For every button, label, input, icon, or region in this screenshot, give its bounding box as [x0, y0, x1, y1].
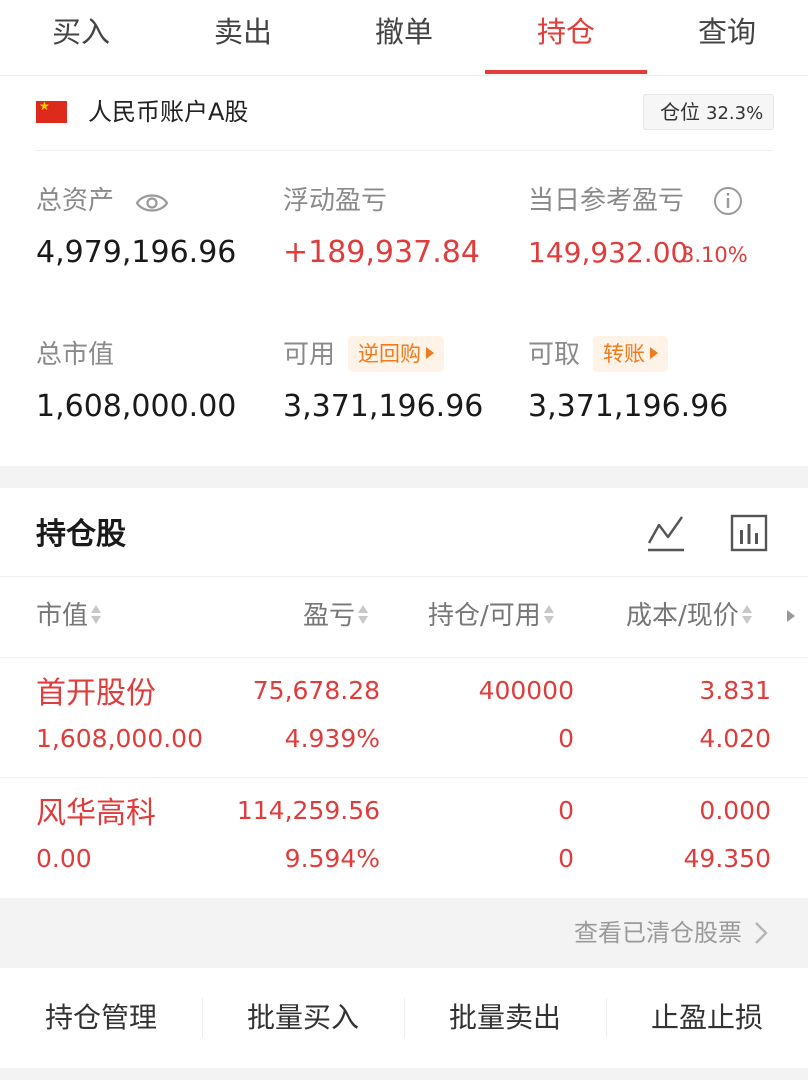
bottom-action-bar: 持仓管理 批量买入 批量卖出 止盈止损 — [0, 968, 808, 1068]
batch-sell-button[interactable]: 批量卖出 — [404, 998, 606, 1038]
stock-market-value: 1,608,000.00 — [36, 724, 203, 753]
column-label: 市值 — [36, 601, 89, 631]
sort-icon — [543, 604, 555, 626]
floating-pnl-label: 浮动盈亏 — [283, 186, 388, 216]
bar-chart-icon[interactable] — [730, 514, 768, 552]
sort-icon — [90, 604, 102, 626]
stock-position: 400000 — [478, 676, 574, 705]
table-row[interactable]: 首开股份 1,608,000.00 75,678.28 4.939% 40000… — [0, 658, 808, 778]
cleared-stocks-link[interactable]: 查看已清仓股票 — [574, 916, 742, 950]
stock-price: 49.350 — [683, 844, 771, 873]
stock-name: 首开股份 — [36, 676, 156, 711]
column-header-position[interactable]: 持仓/可用 — [428, 598, 555, 634]
stock-available: 0 — [558, 724, 574, 753]
divider — [0, 576, 808, 577]
transfer-link[interactable]: 转账 — [593, 336, 668, 372]
market-value-value: 1,608,000.00 — [36, 389, 237, 424]
batch-buy-button[interactable]: 批量买入 — [202, 998, 404, 1038]
position-ratio-badge: 仓位 32.3% — [643, 94, 774, 130]
column-label: 持仓/可用 — [428, 601, 541, 631]
scroll-right-icon[interactable] — [787, 610, 795, 622]
column-header-cost-price[interactable]: 成本/现价 — [626, 598, 753, 634]
column-header-market-value[interactable]: 市值 — [36, 598, 102, 634]
tab-buy[interactable]: 买入 — [0, 0, 162, 74]
triangle-right-icon — [426, 347, 434, 359]
stock-pnl-percent: 9.594% — [284, 844, 380, 873]
floating-pnl-value: +189,937.84 — [283, 235, 480, 270]
cleared-stocks-bar: 查看已清仓股票 — [0, 898, 808, 968]
column-header-pnl[interactable]: 盈亏 — [303, 598, 369, 634]
market-value-label: 总市值 — [36, 340, 115, 370]
take-profit-stop-loss-button[interactable]: 止盈止损 — [606, 998, 808, 1038]
position-ratio-label: 仓位 — [660, 100, 700, 124]
tab-sell[interactable]: 卖出 — [162, 0, 324, 74]
active-tab-indicator — [485, 70, 647, 74]
top-tab-bar: 买入 卖出 撤单 持仓 查询 — [0, 0, 808, 76]
sort-icon — [357, 604, 369, 626]
account-name[interactable]: 人民币账户A股 — [88, 96, 248, 128]
available-value: 3,371,196.96 — [283, 389, 484, 424]
stock-pnl: 75,678.28 — [252, 676, 380, 705]
stock-market-value: 0.00 — [36, 844, 92, 873]
stock-available: 0 — [558, 844, 574, 873]
stock-price: 4.020 — [699, 724, 771, 753]
stock-cost: 0.000 — [699, 796, 771, 825]
holdings-title: 持仓股 — [36, 517, 126, 552]
column-label: 成本/现价 — [626, 601, 739, 631]
china-flag-icon: ★ — [36, 101, 67, 123]
triangle-right-icon — [650, 347, 658, 359]
stock-pnl-percent: 4.939% — [284, 724, 380, 753]
manage-holdings-button[interactable]: 持仓管理 — [0, 998, 202, 1038]
stock-pnl: 114,259.56 — [236, 796, 380, 825]
daily-pnl-percent: 3.10% — [681, 243, 748, 267]
daily-pnl-label: 当日参考盈亏 — [528, 186, 685, 216]
tab-holdings[interactable]: 持仓 — [485, 0, 647, 74]
position-ratio-value: 32.3% — [706, 103, 764, 124]
table-row[interactable]: 风华高科 0.00 114,259.56 9.594% 0 0 0.000 49… — [0, 778, 808, 898]
eye-icon[interactable] — [135, 188, 169, 218]
tab-cancel-order[interactable]: 撤单 — [323, 0, 485, 74]
tab-query[interactable]: 查询 — [646, 0, 808, 74]
withdrawable-label: 可取 — [528, 340, 581, 370]
reverse-repo-link[interactable]: 逆回购 — [348, 336, 444, 372]
chevron-right-icon[interactable] — [752, 920, 770, 946]
stock-position: 0 — [558, 796, 574, 825]
withdrawable-value: 3,371,196.96 — [528, 389, 729, 424]
stock-cost: 3.831 — [699, 676, 771, 705]
total-assets-label: 总资产 — [36, 186, 115, 216]
bottom-edge — [0, 1068, 808, 1080]
daily-pnl-value: 149,932.00 — [528, 236, 689, 269]
available-label: 可用 — [283, 340, 336, 370]
trend-line-icon[interactable] — [646, 515, 686, 553]
info-icon[interactable] — [713, 186, 743, 216]
stock-name: 风华高科 — [36, 796, 156, 831]
total-assets-value: 4,979,196.96 — [36, 235, 237, 270]
section-separator — [0, 466, 808, 488]
sort-icon — [741, 604, 753, 626]
column-label: 盈亏 — [303, 601, 356, 631]
divider — [36, 150, 772, 151]
account-row: ★ 人民币账户A股 仓位 32.3% — [0, 76, 808, 150]
transfer-label: 转账 — [603, 342, 645, 366]
reverse-repo-label: 逆回购 — [358, 342, 421, 366]
